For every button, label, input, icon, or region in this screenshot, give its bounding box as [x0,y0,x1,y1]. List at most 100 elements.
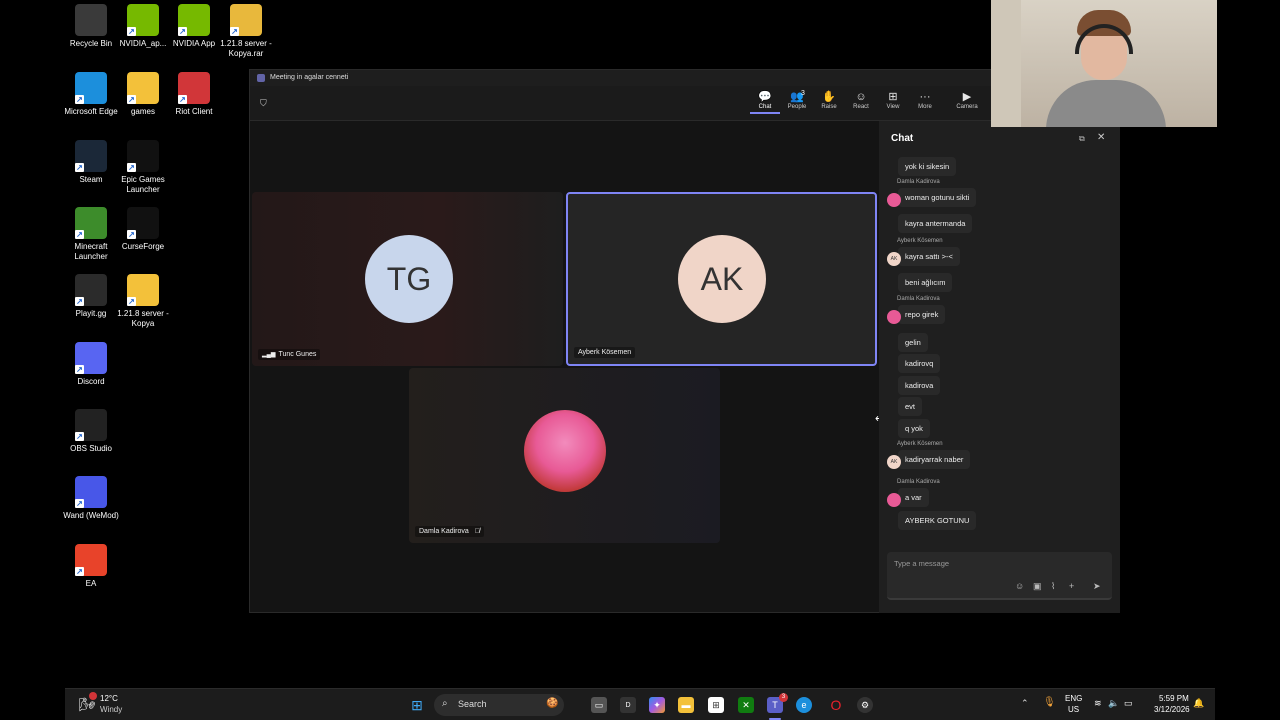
desktop-icon-label: Steam [79,175,103,184]
edge-taskbar-icon[interactable]: e [796,697,812,713]
opera-icon[interactable]: O [828,697,844,713]
chat-message[interactable]: Damla Kadirova woman gotunu sikti [887,179,977,207]
desktop-icon[interactable]: ↗ OBS Studio [61,409,121,454]
steam-taskbar-icon[interactable]: ⚙ [857,697,873,713]
toolbar-react-button[interactable]: ☺ React [846,90,876,110]
chat-message[interactable]: kayra antermanda [887,213,973,233]
close-icon[interactable]: ✕ [1097,132,1105,143]
window-titlebar[interactable]: Meeting in agalar cenneti [250,70,1119,86]
desktop-icon[interactable]: ↗ 1.21.8 server - Kopya.rar [216,4,276,59]
file-explorer-icon[interactable]: ▬ [678,697,694,713]
chat-avatar [887,493,901,507]
mic-muted-icon: 🎙̸ [474,528,481,535]
desktop-icon-label: Wand (WeMod) [63,511,119,520]
chat-message[interactable]: AYBERK GOTUNU [887,510,977,530]
chat-message[interactable]: Ayberk Kösemen AK kadiryarrak naber [887,441,971,469]
toolbar-button-label: Chat [758,104,772,110]
microsoft-store-icon[interactable]: ⊞ [708,697,724,713]
chat-message[interactable]: evt [887,396,923,416]
chat-message[interactable]: yok ki sikesin [887,156,957,176]
desktop-icon[interactable]: ↗ CurseForge [113,207,173,252]
chat-message[interactable]: Ayberk Kösemen AK kayra sattı >-< [887,238,960,266]
add-icon[interactable]: + [1069,581,1074,591]
toolbar-chat-button[interactable]: 💬 Chat [750,90,780,114]
shortcut-arrow-icon: ↗ [127,297,136,306]
chat-bubble: kadirova [898,376,941,395]
message-input[interactable] [894,559,1094,568]
desktop-icon[interactable]: ↗ Discord [61,342,121,387]
desktop-icon[interactable]: ↗ Microsoft Edge [61,72,121,117]
microphone-icon[interactable]: 🎙 [1043,697,1056,708]
battery-icon[interactable]: ▭ [1124,698,1133,709]
chat-message[interactable]: Damla Kadirova a var [887,479,940,507]
chat-message[interactable]: gelin [887,332,928,352]
chat-message[interactable]: kadirova [887,375,941,395]
chat-bubble: gelin [898,333,928,352]
recycle-bin-icon [75,4,107,36]
weather-desc[interactable]: Windy [100,705,122,714]
desktop-icon[interactable]: Recycle Bin [61,4,121,49]
toolbar-people-button[interactable]: 👥 3 People [782,90,812,110]
avatar-initials: AK [700,260,744,297]
language-label[interactable]: ENG [1065,694,1082,703]
desktop-icon[interactable]: ↗ EA [61,544,121,589]
weather-temp[interactable]: 12°C [100,694,118,703]
chat-bubble: kadiryarrak naber [898,450,971,469]
toolbar-raise-button[interactable]: ✋ Raise [814,90,844,110]
desktop-icon-label: Recycle Bin [69,39,113,48]
teams-badge: 3 [779,693,788,702]
participant-tile-ayberk[interactable]: AK Ayberk Kösemen [566,192,877,366]
chat-message[interactable]: q yok [887,418,930,438]
copilot-icon[interactable]: ✦ [649,697,665,713]
desktop-icon[interactable]: ↗ 1.21.8 server - Kopya [113,274,173,329]
emoji-icon[interactable]: ☺ [1015,581,1024,591]
chat-bubble: repo girek [898,305,946,324]
desktop-icon-label: Minecraft Launcher [74,242,108,261]
shield-icon[interactable]: ⛉ [260,98,267,109]
minecraft-icon: ↗ [75,207,107,239]
clock-date[interactable]: 3/12/2026 [1154,705,1190,714]
chat-avatar [887,310,901,324]
chat-message[interactable]: beni ağlıcım [887,272,953,292]
notifications-icon[interactable]: 🔔 [1193,698,1204,709]
toolbar-button-label: Camera [956,104,978,110]
send-icon[interactable]: ➤ [1093,581,1101,592]
chat-message[interactable]: Damla Kadirova repo girek [887,296,946,324]
shortcut-arrow-icon: ↗ [75,499,84,508]
taskbar-search[interactable]: ⌕ Search 🍪 [434,694,564,716]
chat-bubble: a var [898,488,929,507]
toolbar-view-button[interactable]: ⊞ View [878,90,908,110]
desktop-icon[interactable]: ↗ NVIDIA App [164,4,224,49]
volume-icon[interactable]: 🔈 [1108,698,1119,709]
desktop-icon[interactable]: ↗ Playit.gg [61,274,121,319]
desktop-icon-label: Riot Client [175,107,213,116]
desktop-icon[interactable]: ↗ Wand (WeMod) [61,476,121,521]
desktop-icon[interactable]: ↗ Minecraft Launcher [61,207,121,262]
dell-icon[interactable]: D [620,697,636,713]
search-highlight-icon: 🍪 [546,698,559,709]
participant-tile-tunc[interactable]: TG ▂▄▆ Tunc Gunes [252,192,563,366]
xbox-icon[interactable]: ✕ [738,697,754,713]
clock-time[interactable]: 5:59 PM [1159,694,1189,703]
attach-icon[interactable]: ⌇ [1051,581,1055,592]
chat-bubble: kayra sattı >-< [898,247,960,266]
search-label: Search [458,699,487,709]
popout-icon[interactable]: ⧉ [1079,134,1085,144]
toolbar-camera-button[interactable]: ▶ Camera [952,90,982,110]
wifi-icon[interactable]: ≋ [1094,698,1102,709]
toolbar-button-label: Raise [821,104,837,110]
participant-tile-damla[interactable]: Damla Kadirova 🎙̸ [409,368,720,543]
desktop-icon[interactable]: ↗ Epic Games Launcher [113,140,173,195]
gif-icon[interactable]: ▣ [1033,581,1042,592]
task-view-icon[interactable]: ▭ [591,697,607,713]
shortcut-arrow-icon: ↗ [75,567,84,576]
toolbar-more-button[interactable]: ··· More [910,90,940,110]
desktop-icon[interactable]: ↗ Steam [61,140,121,185]
taskbar: 🌬 12°C Windy ⊞ ⌕ Search 🍪 ▭ D ✦ ▬ ⊞ ✕ T … [65,688,1215,720]
chevron-up-icon[interactable]: ⌃ [1021,698,1029,709]
chat-message[interactable]: kadirovq [887,353,941,373]
region-label[interactable]: US [1068,705,1079,714]
desktop-icon[interactable]: ↗ Riot Client [164,72,224,117]
compose-box: ☺ ▣ ⌇ + ➤ [887,552,1112,600]
windows-start-icon[interactable]: ⊞ [409,697,425,713]
